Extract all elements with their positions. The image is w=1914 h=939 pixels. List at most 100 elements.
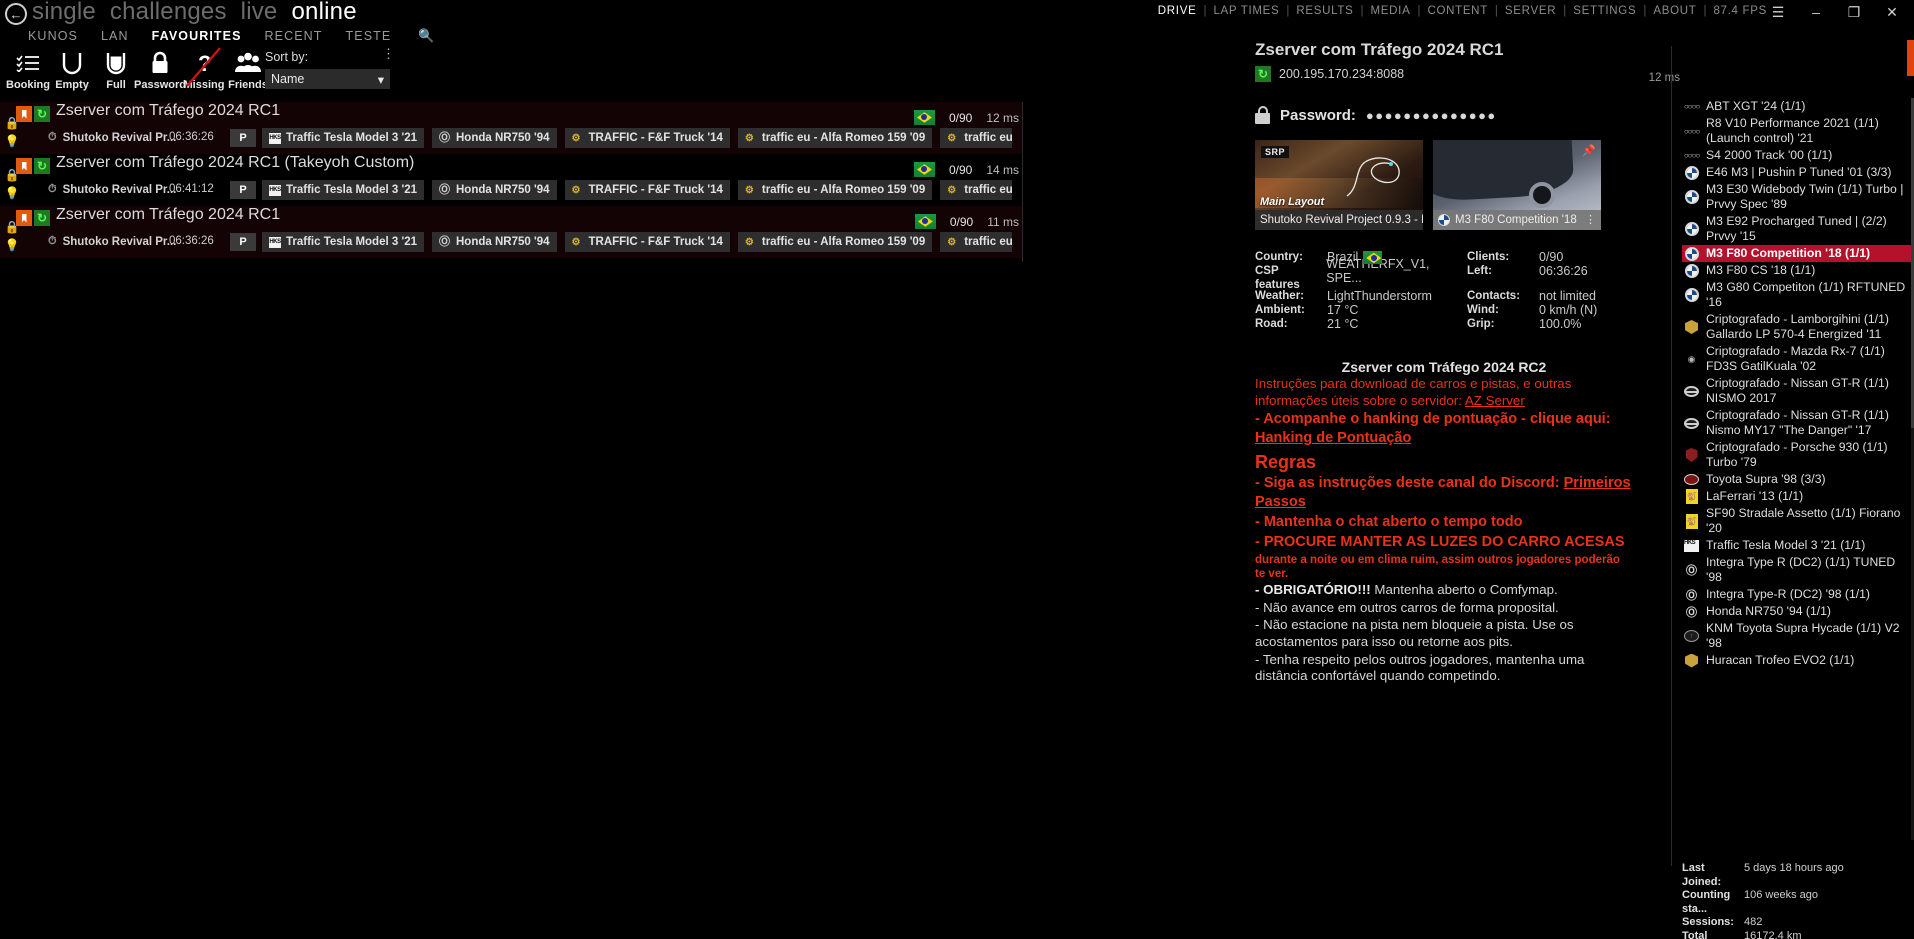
more-options-icon[interactable]: ⋮ — [1585, 215, 1596, 226]
filter-full[interactable]: Full — [94, 50, 138, 91]
more-options-icon[interactable]: ⋮ — [382, 47, 395, 60]
car-list-label: E46 M3 | Pushin P Tuned '01 (3/3) — [1706, 165, 1892, 179]
car-chip[interactable]: HKS Traffic Tesla Model 3 '21 — [262, 232, 424, 252]
car-list-label: Integra Type R (DC2) (1/1) TUNED '98 — [1706, 555, 1896, 584]
main-nav-online[interactable]: online — [291, 0, 356, 26]
car-chip[interactable]: ⚙ TRAFFIC - F&F Truck '14 — [564, 232, 730, 252]
spec-key: Contacts: — [1467, 290, 1521, 302]
close-icon[interactable]: ✕ — [1884, 4, 1900, 21]
car-chip[interactable]: ⚙ traffic eu - Alfa Romeo 159 '09 — [737, 180, 933, 200]
menu-lap-times[interactable]: LAP TIMES — [1206, 5, 1286, 17]
menu-87-4-fps[interactable]: 87.4 FPS — [1706, 5, 1774, 17]
filter-password[interactable]: Password — [134, 50, 186, 91]
minimize-icon[interactable]: – — [1808, 4, 1824, 20]
car-chip[interactable]: Ⓞ Honda NR750 '94 — [432, 180, 557, 200]
car-chip[interactable]: Ⓞ Honda NR750 '94 — [432, 128, 557, 148]
server-track: ⏱ Shutoko Revival Pr... — [48, 131, 176, 144]
car-list-item[interactable]: ○○○○ R8 V10 Performance 2021 (1/1) (Launc… — [1682, 115, 1914, 147]
car-list-item[interactable]: Ⓞ Integra Type R (DC2) (1/1) TUNED '98 — [1682, 554, 1914, 586]
refresh-icon[interactable]: ↻ — [34, 158, 50, 174]
car-chip[interactable]: Ⓞ Honda NR750 '94 — [432, 232, 557, 252]
tab-lan[interactable]: LAN — [101, 29, 129, 43]
car-list-label: Traffic Tesla Model 3 '21 (1/1) — [1706, 538, 1866, 552]
car-chip[interactable]: HKS Traffic Tesla Model 3 '21 — [262, 128, 424, 148]
track-thumbnail[interactable]: SRP Main Layout Shutoko Revival Project … — [1255, 140, 1423, 230]
car-list-item[interactable]: M3 E92 Procharged Tuned | (2/2) Prvvy '1… — [1682, 213, 1914, 245]
car-list-item[interactable]: M3 F80 CS '18 (1/1) — [1682, 262, 1914, 279]
car-list-item[interactable]: T KNM Toyota Supra Hycade (1/1) V2 '98 — [1682, 620, 1914, 652]
car-chip[interactable]: ⚙ traffic eu - Alfa Romeo 159 '09 — [737, 232, 933, 252]
tab-kunos[interactable]: KUNOS — [28, 29, 78, 43]
car-list-item[interactable]: E46 M3 | Pushin P Tuned '01 (3/3) — [1682, 164, 1914, 181]
car-list-item[interactable]: Ⓞ Integra Type-R (DC2) '98 (1/1) — [1682, 586, 1914, 603]
main-nav-challenges[interactable]: challenges — [110, 0, 227, 26]
car-list-item[interactable]: M3 F80 Competition '18 (1/1) — [1682, 245, 1914, 262]
car-chip[interactable]: ⚙ TRAFFIC - F&F Truck '14 — [564, 128, 730, 148]
car-chip[interactable]: ⚙ TRAFFIC - F&F Truck '14 — [564, 180, 730, 200]
car-list-item[interactable]: Criptografado - Lamborgihini (1/1) Galla… — [1682, 311, 1914, 343]
menu-drive[interactable]: DRIVE — [1151, 5, 1204, 17]
car-chip[interactable]: HKS Traffic Tesla Model 3 '21 — [262, 180, 424, 200]
sort-by-dropdown[interactable]: Name ▾ — [265, 69, 390, 89]
brazil-flag-icon — [1363, 250, 1383, 264]
car-list-item[interactable]: 🐒 SF90 Stradale Assetto (1/1) Fiorano '20 — [1682, 505, 1914, 537]
refresh-icon[interactable]: ↻ — [34, 210, 50, 226]
car-list-item[interactable]: 🐒 LaFerrari '13 (1/1) — [1682, 488, 1914, 505]
menu-media[interactable]: MEDIA — [1364, 5, 1418, 17]
server-row[interactable]: 🔒 💡 ↻ Zserver com Tráfego 2024 RC1 ⏱ Shutoko … — [0, 102, 1023, 154]
maximize-icon[interactable]: ❐ — [1846, 4, 1862, 21]
filter-friends[interactable]: Friends — [226, 50, 270, 91]
preview-thumbnails: SRP Main Layout Shutoko Revival Project … — [1255, 140, 1680, 230]
menu-settings[interactable]: SETTINGS — [1566, 5, 1643, 17]
car-list-item[interactable]: ○○○○ ABT XGT '24 (1/1) — [1682, 98, 1914, 115]
tab-recent[interactable]: RECENT — [265, 29, 323, 43]
car-thumbnail[interactable]: 📌 M3 F80 Competition '18 ⋮ — [1433, 140, 1601, 230]
car-chip[interactable]: ⚙ traffic eu - Alfa Romeo Mito '11 — [940, 128, 1012, 148]
car-list-item[interactable]: HKS Traffic Tesla Model 3 '21 (1/1) — [1682, 537, 1914, 554]
car-list-item[interactable]: Huracan Trofeo EVO2 (1/1) — [1682, 652, 1914, 669]
audi-logo-icon: ○○○○ — [1683, 151, 1700, 160]
main-nav-single[interactable]: single — [32, 0, 96, 26]
pin-icon[interactable]: 📌 — [1582, 144, 1596, 157]
bookmark-icon[interactable] — [16, 210, 32, 226]
filter-booking[interactable]: Booking — [6, 50, 50, 91]
bmw-logo-icon — [1684, 246, 1699, 261]
bookmark-icon[interactable] — [16, 106, 32, 122]
car-list-item[interactable]: Criptografado - Porsche 930 (1/1) Turbo … — [1682, 439, 1914, 471]
car-chip-label: traffic eu - Alfa Romeo Mito '11 — [964, 132, 1012, 144]
tab-teste[interactable]: TESTE — [346, 29, 392, 43]
back-arrow-icon[interactable]: ← — [5, 3, 27, 25]
car-list-item[interactable]: Toyota Supra '98 (3/3) — [1682, 471, 1914, 488]
hamburger-icon[interactable]: ☰ — [1770, 4, 1786, 21]
tab-favourites[interactable]: FAVOURITES — [152, 29, 242, 43]
main-nav-live[interactable]: live — [241, 0, 278, 26]
menu-content[interactable]: CONTENT — [1420, 5, 1494, 17]
car-list-item[interactable]: Ⓞ Honda NR750 '94 (1/1) — [1682, 603, 1914, 620]
car-list-label: Toyota Supra '98 (3/3) — [1706, 472, 1826, 486]
car-list-item[interactable]: Criptografado - Nissan GT-R (1/1) NISMO … — [1682, 375, 1914, 407]
server-row[interactable]: 🔒 💡 ↻ Zserver com Tráfego 2024 RC1 ⏱ Shutoko … — [0, 206, 1023, 258]
car-list-item[interactable]: ◉ Criptografado - Mazda Rx-7 (1/1) FD3S G… — [1682, 343, 1914, 375]
car-list-item[interactable]: M3 G80 Competiton (1/1) RFTUNED '16 — [1682, 279, 1914, 311]
car-brand-badge — [1684, 384, 1699, 399]
car-list-item[interactable]: Criptografado - Nissan GT-R (1/1) Nismo … — [1682, 407, 1914, 439]
car-chip[interactable]: ⚙ traffic eu - Alfa Romeo Mito '11 — [940, 180, 1012, 200]
bookmark-icon[interactable] — [16, 158, 32, 174]
car-chip[interactable]: ⚙ traffic eu - Alfa Romeo 159 '09 — [737, 128, 933, 148]
az-server-link[interactable]: AZ Server — [1465, 393, 1525, 408]
menu-about[interactable]: ABOUT — [1646, 5, 1703, 17]
bmw-logo-icon — [1684, 165, 1699, 180]
filter-empty[interactable]: Empty — [50, 50, 94, 91]
car-list-item[interactable]: ○○○○ S4 2000 Track '00 (1/1) — [1682, 147, 1914, 164]
password-field[interactable]: ●●●●●●●●●●●●●● — [1366, 108, 1497, 123]
car-list-item[interactable]: M3 E30 Widebody Twin (1/1) Turbo | Prvvy… — [1682, 181, 1914, 213]
ranking-link[interactable]: Hanking de Pontuação — [1255, 430, 1411, 446]
menu-results[interactable]: RESULTS — [1289, 5, 1360, 17]
car-chip[interactable]: ⚙ traffic eu - Alfa Romeo Mito '11 — [940, 232, 1012, 252]
menu-server[interactable]: SERVER — [1498, 5, 1563, 17]
server-row[interactable]: 🔒 💡 ↻ Zserver com Tráfego 2024 RC1 (Takeyoh… — [0, 154, 1023, 206]
refresh-icon[interactable]: ↻ — [34, 106, 50, 122]
filter-missing[interactable]: ? Missing — [182, 47, 226, 91]
refresh-icon[interactable]: ↻ — [1255, 66, 1271, 82]
search-icon[interactable]: 🔍 — [418, 28, 434, 44]
